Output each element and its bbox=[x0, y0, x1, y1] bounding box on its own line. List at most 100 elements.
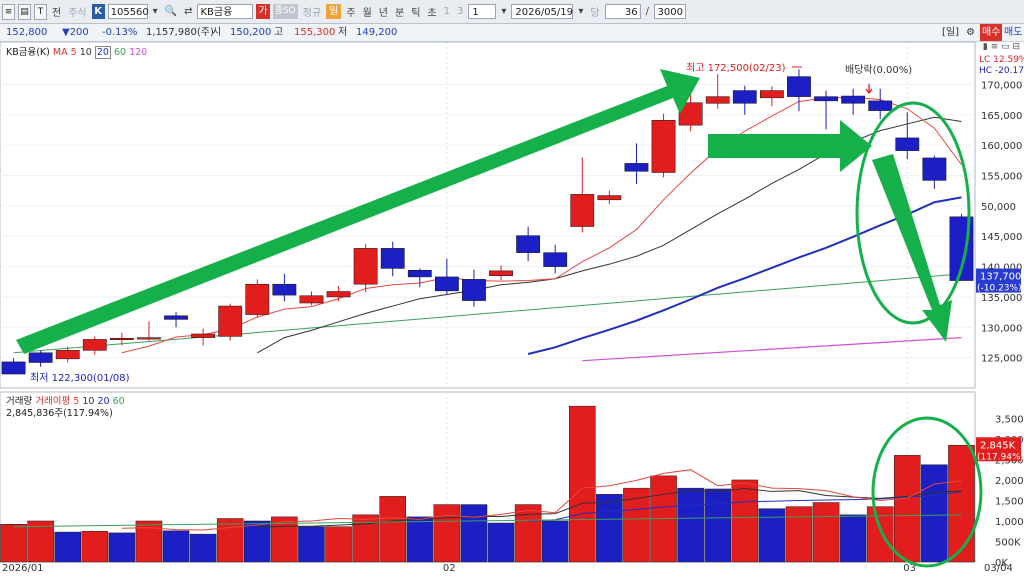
current-button[interactable]: 당 bbox=[588, 4, 601, 19]
slash-separator: / bbox=[645, 6, 649, 17]
volume-bar bbox=[948, 445, 975, 563]
volume-bar bbox=[866, 506, 894, 563]
total-input[interactable]: 3000 bbox=[653, 4, 686, 19]
last-price-value: 137,700 bbox=[980, 272, 1021, 283]
t-button[interactable]: T bbox=[34, 3, 47, 20]
volume-bar bbox=[704, 488, 732, 563]
ma-120-label: 120 bbox=[129, 47, 148, 58]
menu-icon[interactable]: ≡ bbox=[2, 3, 15, 20]
sell-button[interactable]: 매도 bbox=[1004, 24, 1022, 41]
candle-body bbox=[82, 339, 107, 351]
stock-name-field: KB금융 bbox=[197, 4, 254, 19]
tab-second[interactable]: 초 bbox=[425, 4, 438, 19]
market-k-button[interactable]: K bbox=[91, 4, 105, 19]
volume-bar bbox=[81, 530, 109, 563]
settings-icon[interactable]: ⚙ bbox=[966, 24, 975, 41]
price-tick-label: 170,000 bbox=[981, 80, 1022, 91]
price-series-name: KB금융(K) bbox=[6, 47, 50, 58]
volume-bar bbox=[677, 487, 704, 563]
open-label: 시 bbox=[212, 27, 222, 38]
stepper-icon[interactable]: ▾ bbox=[499, 6, 508, 17]
search-icon[interactable]: 🔍 bbox=[163, 6, 179, 17]
candle-body bbox=[55, 350, 80, 360]
date-select[interactable]: 2026/05/19 bbox=[511, 4, 574, 19]
volume-bar bbox=[921, 464, 948, 563]
code-input[interactable]: 105560 bbox=[107, 4, 149, 19]
volume-bar bbox=[27, 520, 54, 563]
tab-tick[interactable]: 틱 bbox=[409, 4, 422, 19]
lc-label: LC 12.59% bbox=[979, 55, 1024, 65]
period-tag: [일] bbox=[942, 27, 960, 38]
tab-day[interactable]: 일 bbox=[326, 4, 342, 19]
price-button[interactable]: 가 bbox=[256, 4, 270, 19]
tab-year[interactable]: 년 bbox=[377, 4, 390, 19]
ma-label: MA bbox=[52, 47, 68, 58]
price-tick-label: 130,000 bbox=[981, 323, 1022, 334]
candle-body bbox=[245, 283, 270, 315]
volume-tick-label: 2,000K bbox=[995, 476, 1024, 487]
price-tick-label: 135,000 bbox=[981, 293, 1022, 304]
candle-body bbox=[1, 361, 26, 375]
high-price: 155,300 bbox=[294, 27, 336, 38]
high-annotation: 최고 172,500(02/23) bbox=[686, 62, 786, 74]
high-label: 고 bbox=[274, 27, 284, 38]
regular-button[interactable]: 정규 bbox=[301, 4, 323, 19]
last-volume-value: 2,845K bbox=[980, 440, 1016, 451]
hc-label: HC -20.17% bbox=[979, 66, 1024, 76]
candle-body bbox=[272, 283, 297, 296]
candle-body bbox=[407, 269, 432, 278]
period-select[interactable]: 1 bbox=[468, 4, 497, 19]
candle-body bbox=[570, 194, 595, 227]
price-legend: KB금융(K) MA 5 10 20 60 120 bbox=[6, 44, 147, 59]
current-price: 152,800 bbox=[6, 27, 48, 38]
jeon-button[interactable]: 전 bbox=[50, 4, 63, 19]
volume-bar bbox=[731, 479, 759, 563]
volume-bar bbox=[894, 455, 921, 563]
ma-60-label: 60 bbox=[113, 47, 127, 58]
candle-body bbox=[922, 157, 947, 181]
stock-chart[interactable]: 125,000130,000135,000140,000145,00050,00… bbox=[0, 41, 1024, 575]
panel-toolbar[interactable]: ▮ ≡ ▭ ⊟ bbox=[983, 42, 1020, 52]
candle-body bbox=[109, 337, 134, 340]
price-tick-label: 125,000 bbox=[981, 354, 1022, 365]
price-tick-label: 165,000 bbox=[981, 111, 1022, 122]
trade-volume: 1,157,980(주) bbox=[146, 27, 214, 38]
volume-bar bbox=[487, 522, 515, 563]
layout-icon[interactable]: ▤ bbox=[18, 3, 31, 20]
toolbar: ≡ ▤ T 전 주식 K 105560 ▾ 🔍 ⇄ KB금융 가 종SO 정규 … bbox=[0, 0, 1024, 24]
volume-bar bbox=[406, 516, 434, 563]
candle-body bbox=[462, 279, 486, 301]
candle-body bbox=[759, 90, 784, 99]
last-volume-pct: (117.94%) bbox=[977, 452, 1024, 462]
swap-icon[interactable]: ⇄ bbox=[182, 6, 194, 17]
stock-type-button[interactable]: 주식 bbox=[66, 4, 88, 19]
count-input[interactable]: 36 bbox=[604, 4, 641, 19]
price-tick-label: 145,000 bbox=[981, 232, 1022, 243]
period-1-button[interactable]: 1 bbox=[442, 6, 452, 17]
buy-button[interactable]: 매수 bbox=[980, 24, 1003, 41]
tab-month[interactable]: 월 bbox=[361, 4, 374, 19]
volume-bar bbox=[379, 496, 406, 563]
volume-tick-label: 500K bbox=[995, 537, 1021, 548]
tab-minute[interactable]: 분 bbox=[393, 4, 406, 19]
volume-tick-label: 1,000K bbox=[995, 517, 1024, 528]
volume-bar bbox=[325, 526, 352, 563]
volume-bar bbox=[569, 405, 596, 563]
open-price: 150,200 bbox=[230, 27, 272, 38]
tab-week[interactable]: 주 bbox=[344, 4, 357, 19]
price-change: ▼200 bbox=[62, 27, 89, 38]
dropdown-icon[interactable]: ▾ bbox=[151, 6, 160, 17]
closing-so-button[interactable]: 종SO bbox=[272, 4, 298, 19]
low-price: 149,200 bbox=[356, 27, 398, 38]
volume-current: 2,845,836주(117.94%) bbox=[6, 408, 113, 419]
candle-body bbox=[516, 235, 541, 253]
volume-bar bbox=[514, 504, 542, 563]
candle-body bbox=[218, 305, 243, 337]
period-3-button[interactable]: 3 bbox=[455, 6, 465, 17]
candle-body bbox=[191, 333, 216, 338]
ma-20-label: 20 bbox=[94, 46, 111, 59]
calendar-dropdown-icon[interactable]: ▾ bbox=[576, 6, 585, 17]
candle-body bbox=[597, 195, 622, 201]
volume-bar bbox=[785, 506, 813, 563]
volume-bar bbox=[0, 524, 27, 563]
